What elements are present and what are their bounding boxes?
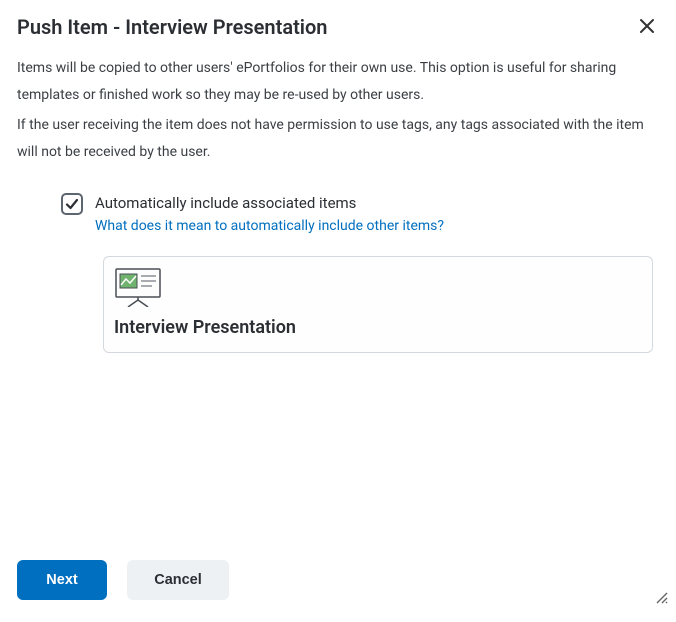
- description-paragraph-2: If the user receiving the item does not …: [17, 112, 659, 165]
- presentation-icon: [114, 267, 642, 311]
- resize-handle[interactable]: [654, 589, 668, 608]
- item-name: Interview Presentation: [114, 317, 642, 338]
- checkmark-icon: [65, 197, 79, 211]
- auto-include-texts: Automatically include associated items W…: [95, 193, 444, 234]
- auto-include-checkbox[interactable]: [61, 193, 83, 215]
- description-paragraph-1: Items will be copied to other users' ePo…: [17, 55, 659, 108]
- dialog-header: Push Item - Interview Presentation: [0, 0, 676, 41]
- resize-handle-icon: [654, 589, 668, 608]
- auto-include-help-link[interactable]: What does it mean to automatically inclu…: [95, 218, 444, 234]
- next-button[interactable]: Next: [17, 560, 107, 600]
- dialog-body: Items will be copied to other users' ePo…: [0, 41, 676, 353]
- dialog-title: Push Item - Interview Presentation: [17, 14, 327, 40]
- dialog-footer: Next Cancel: [17, 560, 229, 600]
- auto-include-label: Automatically include associated items: [95, 193, 444, 214]
- item-card: Interview Presentation: [103, 256, 653, 353]
- close-button[interactable]: [635, 14, 659, 41]
- close-icon: [639, 18, 655, 37]
- push-item-dialog: Push Item - Interview Presentation Items…: [0, 0, 676, 622]
- auto-include-option: Automatically include associated items W…: [17, 193, 659, 234]
- cancel-button[interactable]: Cancel: [127, 560, 229, 600]
